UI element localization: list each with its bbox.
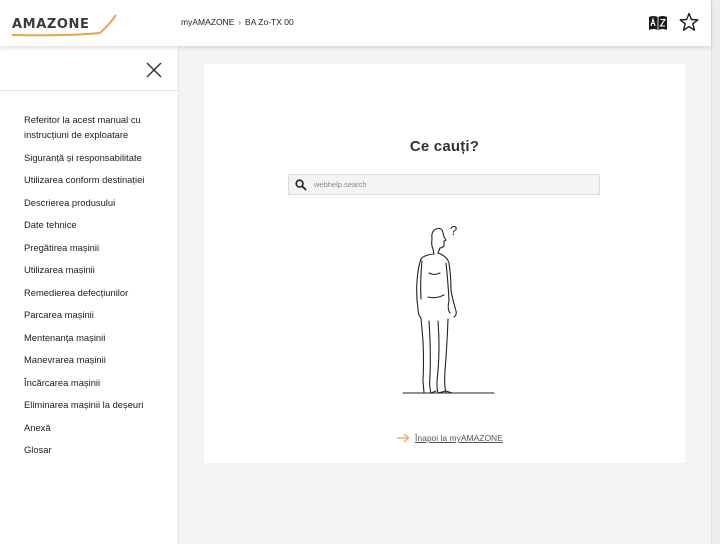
- sidebar: Referitor la acest manual cu instrucțiun…: [0, 46, 179, 544]
- breadcrumb: myAMAZONE › BA Zo-TX 00: [181, 17, 294, 27]
- sidebar-item-technical-data[interactable]: Date tehnice: [24, 217, 152, 232]
- sidebar-item-glossary[interactable]: Glosar: [24, 442, 152, 457]
- search-card: Ce cauți? webhelp.search ? Înapoi la myA…: [204, 64, 685, 463]
- back-link-label[interactable]: Înapoi la myAMAZONE: [415, 433, 503, 443]
- sidebar-item-maintenance[interactable]: Mentenanța mașinii: [24, 330, 152, 345]
- sidebar-item-safety[interactable]: Siguranță și responsabilitate: [24, 150, 152, 165]
- logo-swoosh-icon: [11, 14, 117, 37]
- sidebar-item-product-description[interactable]: Descrierea produsului: [24, 195, 152, 210]
- sidebar-item-disposal[interactable]: Eliminarea mașinii la deșeuri: [24, 397, 152, 412]
- breadcrumb-separator: ›: [238, 17, 242, 27]
- glossary-icon[interactable]: [648, 13, 668, 33]
- sidebar-nav: Referitor la acest manual cu instrucțiun…: [0, 91, 178, 457]
- star-icon[interactable]: [679, 12, 699, 32]
- person-question-illustration: ?: [402, 223, 495, 394]
- search-input[interactable]: [314, 175, 594, 194]
- sidebar-item-troubleshooting[interactable]: Remedierea defecțiunilor: [24, 285, 152, 300]
- page-scrollbar[interactable]: [711, 0, 720, 544]
- search-box[interactable]: [288, 174, 600, 195]
- search-icon[interactable]: [295, 179, 307, 191]
- sidebar-item-handling[interactable]: Manevrarea mașinii: [24, 352, 152, 367]
- sidebar-item-parking[interactable]: Parcarea mașinii: [24, 307, 152, 322]
- amazone-logo[interactable]: AMAZONE: [10, 12, 118, 38]
- sidebar-item-appendix[interactable]: Anexă: [24, 420, 152, 435]
- arrow-right-icon: [397, 433, 410, 443]
- question-mark: ?: [450, 223, 457, 238]
- breadcrumb-item-myamazone[interactable]: myAMAZONE: [181, 17, 234, 27]
- sidebar-item-preparing-machine[interactable]: Pregătirea mașinii: [24, 240, 152, 255]
- sidebar-header: [0, 46, 178, 91]
- sidebar-item-using-machine[interactable]: Utilizarea mașinii: [24, 262, 152, 277]
- back-to-myamazone-link[interactable]: Înapoi la myAMAZONE: [396, 433, 503, 443]
- top-header: AMAZONE myAMAZONE › BA Zo-TX 00: [0, 0, 711, 46]
- sidebar-item-loading[interactable]: Încărcarea mașinii: [24, 375, 152, 390]
- sidebar-item-about-manual[interactable]: Referitor la acest manual cu instrucțiun…: [24, 112, 152, 142]
- breadcrumb-item-manual[interactable]: BA Zo-TX 00: [245, 17, 294, 27]
- page-title: Ce cauți?: [409, 138, 480, 155]
- sidebar-item-intended-use[interactable]: Utilizarea conform destinației: [24, 172, 152, 187]
- close-icon[interactable]: [145, 61, 163, 79]
